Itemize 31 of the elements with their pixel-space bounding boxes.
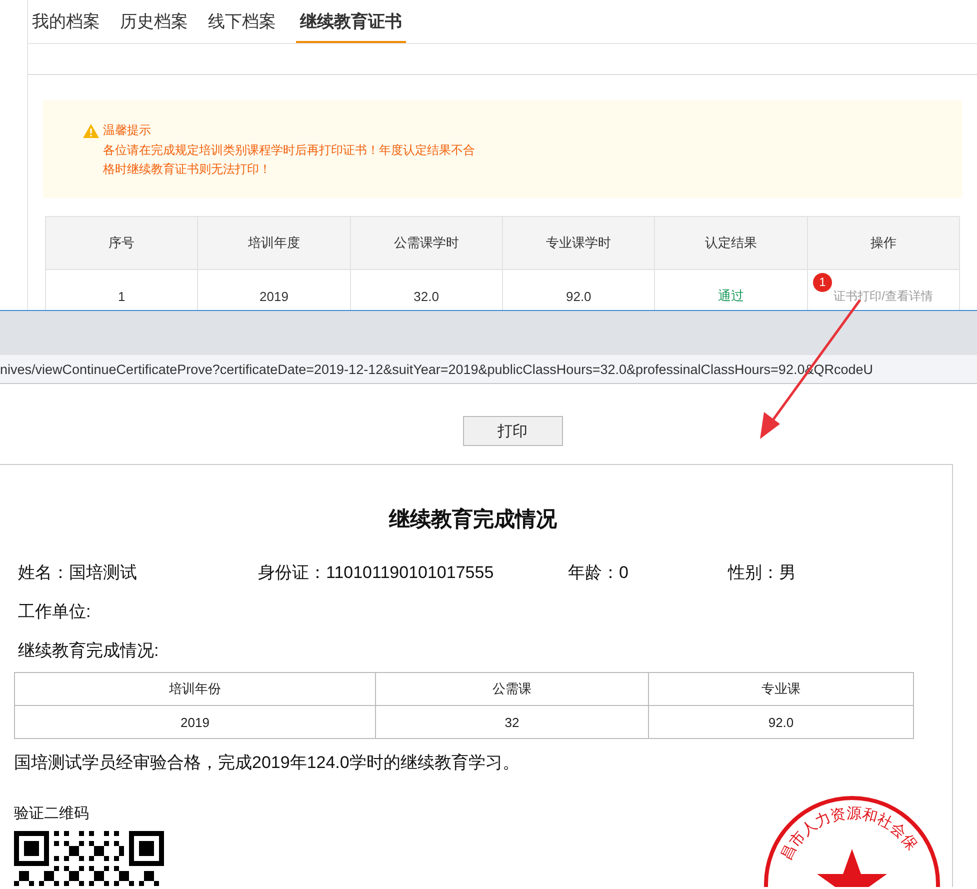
info-field: 性别：男 xyxy=(728,561,796,584)
tab[interactable]: 历史档案 xyxy=(120,0,188,43)
info-field: 身份证：110101190101017555 xyxy=(258,561,568,584)
table-cell: 32 xyxy=(376,706,648,738)
column-header: 专业课 xyxy=(648,672,914,706)
table-cell: 2019 xyxy=(14,706,376,738)
tab[interactable]: 继续教育证书 xyxy=(296,0,406,43)
qr-code-label: 验证二维码 xyxy=(14,804,90,823)
statement-text: 国培测试学员经审验合格，完成2019年124.0学时的继续教育学习。 xyxy=(14,752,520,774)
notice-title: 温馨提示 xyxy=(103,122,151,139)
info-field: 年龄：0 xyxy=(568,561,728,584)
column-header: 操作 xyxy=(807,216,960,270)
certificate-title: 继续教育完成情况 xyxy=(388,506,558,533)
column-header: 培训年度 xyxy=(198,216,350,270)
notice-text: 各位请在完成规定培训类别课程学时后再打印证书！年度认定结果不合格时继续教育证书则无法打印！ xyxy=(103,142,476,178)
column-header: 专业课学时 xyxy=(502,216,655,270)
column-header: 培训年份 xyxy=(14,672,376,706)
table-cell: 92.0 xyxy=(648,706,914,738)
work-unit-label: 工作单位: xyxy=(17,601,92,623)
tab[interactable]: 我的档案 xyxy=(32,0,100,43)
print-button[interactable]: 打印 xyxy=(462,416,562,446)
seal-drawing: 昌市人力资源和社会保 xyxy=(762,794,942,887)
step-badge: 1 xyxy=(813,273,832,292)
column-header: 认定结果 xyxy=(654,216,808,270)
tab[interactable]: 线下档案 xyxy=(208,0,276,43)
section-label: 继续教育完成情况: xyxy=(17,640,160,662)
column-header: 公需课学时 xyxy=(350,216,502,270)
info-field: 姓名：国培测试 xyxy=(18,561,258,584)
warning-icon xyxy=(83,124,99,138)
column-header: 序号 xyxy=(46,216,198,270)
column-header: 公需课 xyxy=(376,672,648,706)
